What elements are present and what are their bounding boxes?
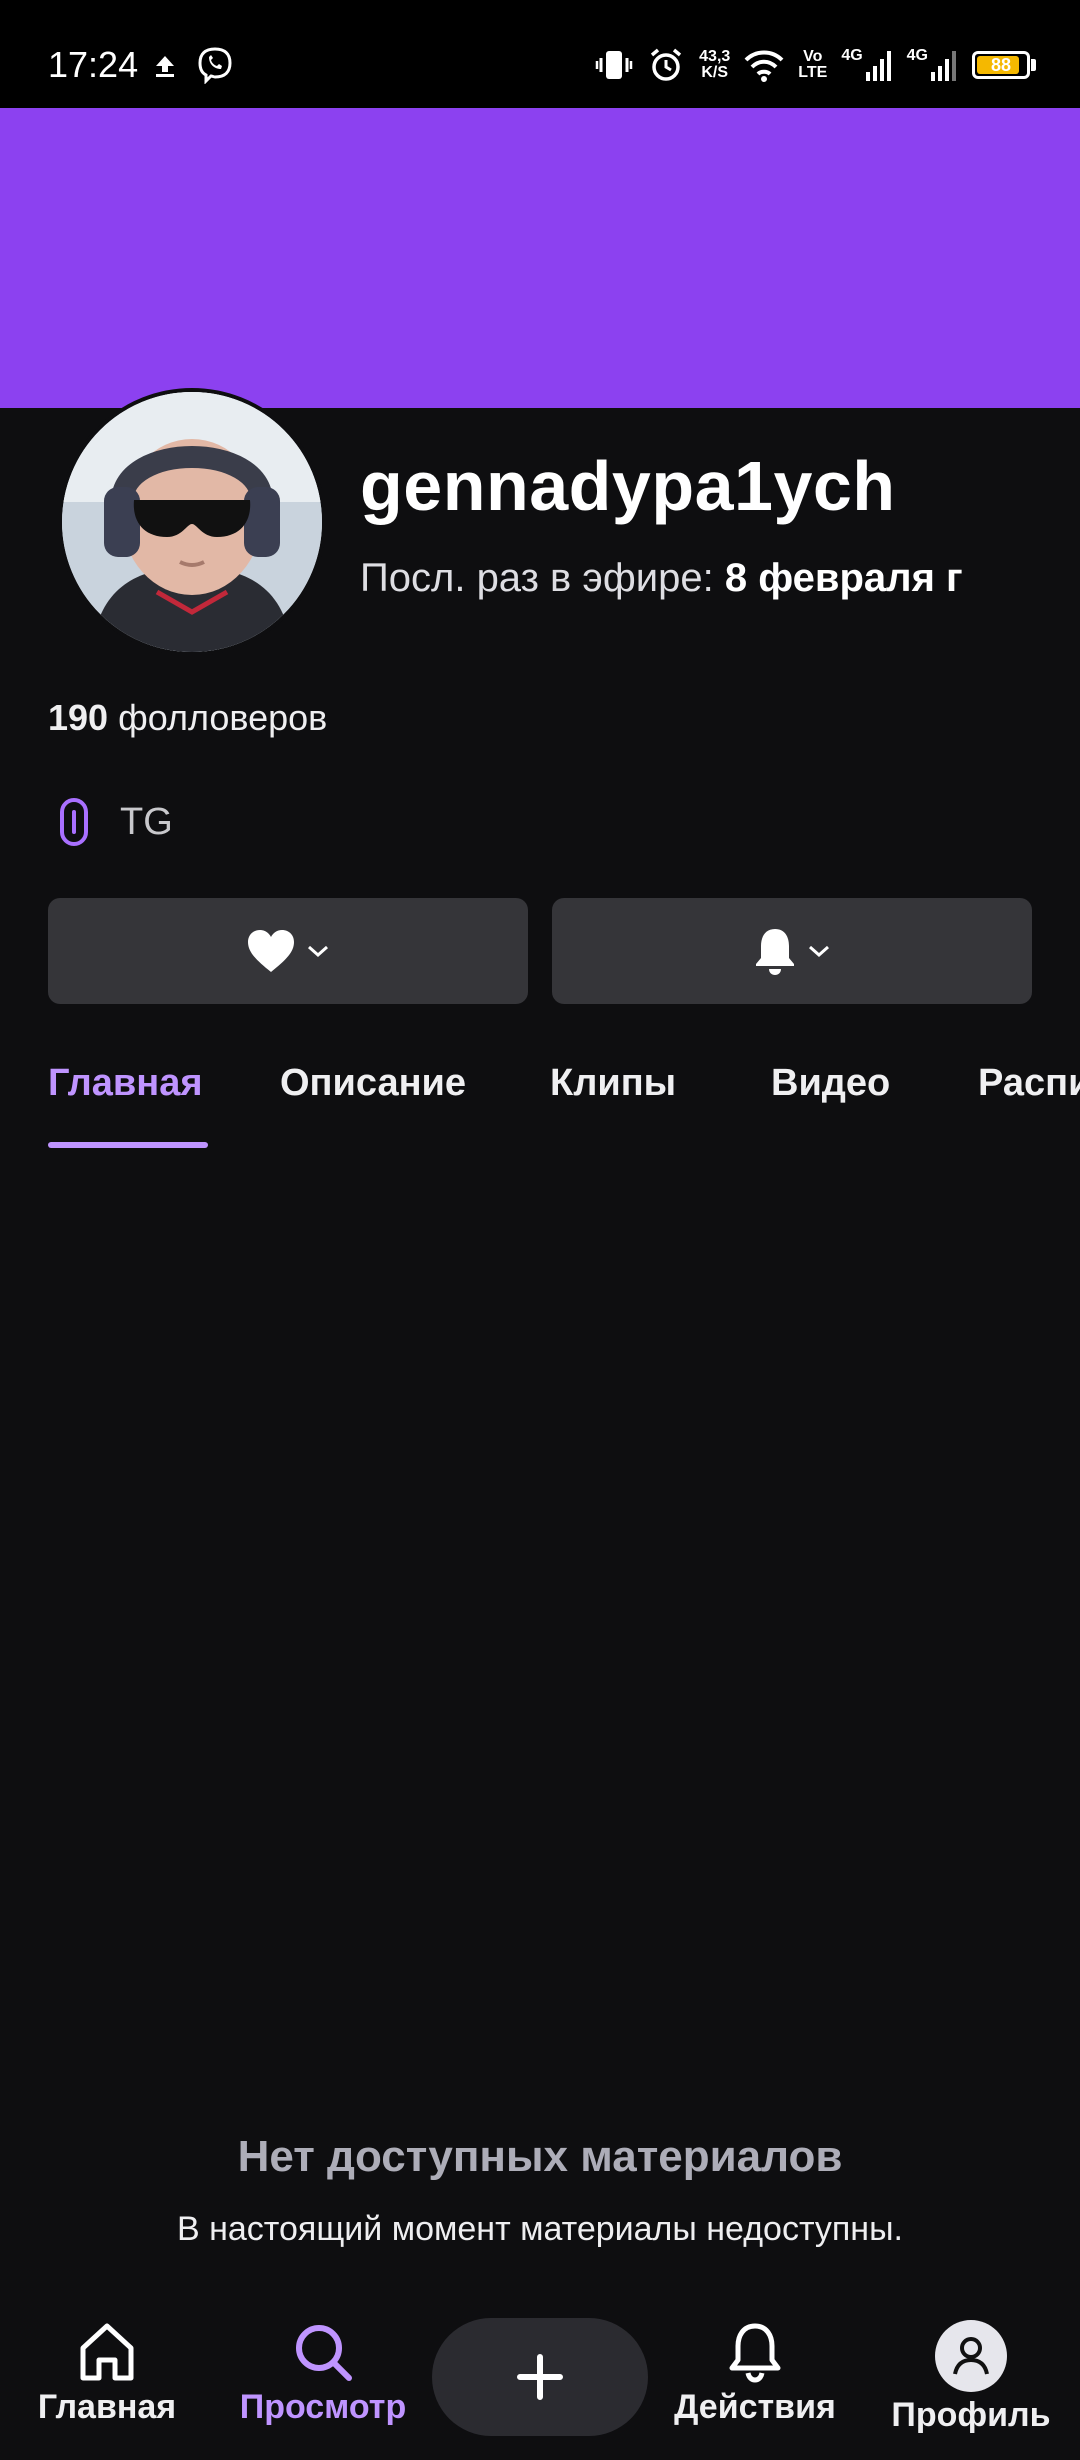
- status-bar: 17:24 43,3 K/S Vo LTE 4G 4G 88: [0, 0, 1080, 108]
- nav-browse[interactable]: Просмотр: [223, 2320, 423, 2427]
- signal-icon: [865, 51, 891, 81]
- nav-browse-label: Просмотр: [239, 2388, 407, 2426]
- bottom-navigation: Главная Просмотр Действия Профиль: [0, 2300, 1080, 2460]
- status-icons: 43,3 K/S Vo LTE 4G 4G 88: [595, 40, 1036, 90]
- battery-nub: [1031, 59, 1036, 71]
- nav-activity[interactable]: Действия: [655, 2320, 855, 2427]
- bell-icon: [729, 2323, 781, 2383]
- wifi-icon: [744, 50, 784, 82]
- social-link-tg[interactable]: TG: [48, 796, 173, 848]
- channel-name: gennadypa1ych: [360, 447, 896, 525]
- sim1-signal: 4G: [841, 48, 892, 82]
- net-speed: 43,3 K/S: [699, 49, 730, 81]
- channel-avatar[interactable]: [58, 388, 326, 656]
- empty-state-subtitle: В настоящий момент материалы недоступны.: [177, 2210, 903, 2248]
- home-icon: [80, 2323, 134, 2381]
- nav-home[interactable]: Главная: [7, 2320, 207, 2427]
- nav-activity-label: Действия: [674, 2388, 836, 2426]
- link-icon: [60, 798, 88, 846]
- create-button[interactable]: [432, 2318, 648, 2436]
- nav-profile[interactable]: Профиль: [871, 2320, 1071, 2435]
- avatar-image: [62, 392, 322, 652]
- user-icon: [953, 2337, 989, 2375]
- battery: 88: [972, 51, 1036, 79]
- followers-label: фолловеров: [118, 697, 328, 738]
- alarm-icon: [651, 48, 682, 81]
- chevron-down-icon: [308, 945, 328, 958]
- net-speed-unit: K/S: [701, 64, 729, 81]
- battery-body: 88: [972, 51, 1030, 79]
- sim2-signal: 4G: [907, 48, 958, 82]
- signal-icon: [931, 51, 956, 81]
- viber-icon: [198, 47, 232, 84]
- tab-schedule[interactable]: Распи: [978, 1062, 1080, 1105]
- followers-count: 190 фолловеров: [48, 697, 327, 739]
- last-live: Посл. раз в эфире: 8 февраля г: [360, 556, 963, 601]
- profile-avatar: [935, 2320, 1007, 2392]
- channel-tabs: Главная Описание Клипы Видео Распи: [0, 1054, 1080, 1150]
- volte-top: Vo: [803, 48, 823, 65]
- social-link-label: TG: [120, 800, 173, 843]
- search-icon: [296, 2325, 352, 2381]
- empty-state-title: Нет доступных материалов: [237, 2132, 843, 2181]
- status-time: 17:24: [48, 44, 139, 85]
- followers-number: 190: [48, 697, 109, 738]
- nav-profile-label: Профиль: [891, 2396, 1051, 2434]
- tab-videos[interactable]: Видео: [771, 1062, 890, 1105]
- sim1-label: 4G: [841, 47, 863, 64]
- tab-about[interactable]: Описание: [280, 1062, 466, 1105]
- bell-icon: [756, 929, 794, 975]
- profile-banner: [0, 108, 1080, 408]
- net-speed-value: 43,3: [699, 48, 731, 65]
- follow-button[interactable]: [48, 898, 528, 1004]
- upload-icon: [156, 56, 174, 77]
- volte-bottom: LTE: [798, 64, 828, 81]
- chevron-down-icon: [809, 945, 829, 958]
- battery-level: 88: [990, 54, 1012, 75]
- volte-indicator: Vo LTE: [798, 49, 827, 81]
- active-tab-indicator: [48, 1142, 208, 1148]
- last-live-prefix: Посл. раз в эфире:: [360, 556, 714, 600]
- sim2-label: 4G: [906, 47, 928, 64]
- heart-icon: [248, 930, 294, 972]
- plus-icon: [517, 2354, 563, 2400]
- last-live-date: 8 февраля г: [724, 556, 963, 600]
- tab-home[interactable]: Главная: [48, 1062, 203, 1105]
- tab-clips[interactable]: Клипы: [550, 1062, 676, 1105]
- notifications-button[interactable]: [552, 898, 1032, 1004]
- nav-home-label: Главная: [37, 2388, 177, 2426]
- vibrate-icon: [595, 51, 633, 79]
